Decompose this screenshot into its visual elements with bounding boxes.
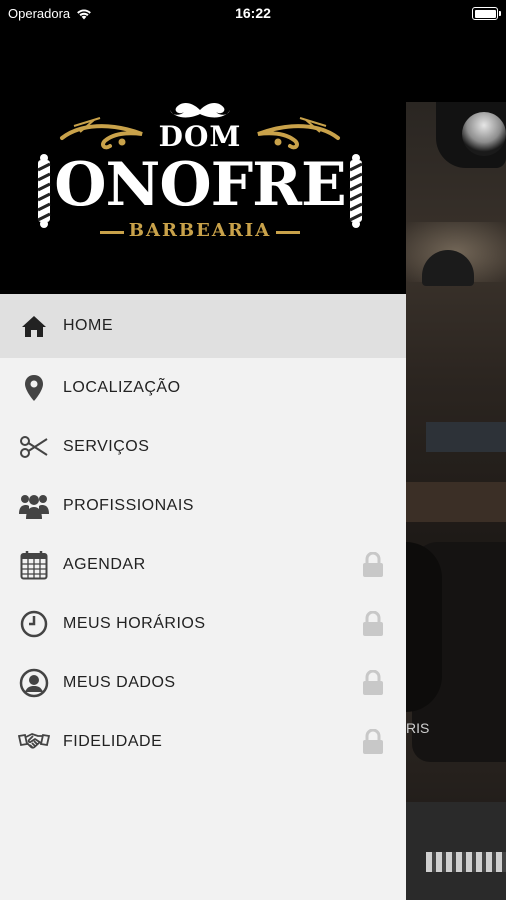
- drawer-header: DOM ONOFRE BARBEARIA: [0, 0, 406, 294]
- barbershop-photo: RIS: [406, 102, 506, 900]
- navigation-drawer: DOM ONOFRE BARBEARIA HOME LOCALIZAÇÃO SE…: [0, 0, 406, 900]
- user-icon: [18, 667, 50, 699]
- brand-logo: DOM ONOFRE BARBEARIA: [30, 98, 370, 248]
- brand-line-onofre: ONOFRE: [54, 150, 347, 220]
- status-bar: Operadora 16:22: [0, 0, 506, 28]
- menu-item-label: AGENDAR: [63, 555, 146, 573]
- drawer-menu: HOME LOCALIZAÇÃO SERVIÇOS PROFISSIONAIS: [0, 294, 406, 771]
- menu-item-profissionais[interactable]: PROFISSIONAIS: [0, 476, 406, 535]
- brand-line-barbearia: BARBEARIA: [128, 220, 272, 241]
- menu-item-agendar[interactable]: AGENDAR: [0, 535, 406, 594]
- lock-icon: [363, 728, 383, 754]
- brand-line-dom: DOM: [158, 120, 242, 153]
- menu-item-label: LOCALIZAÇÃO: [63, 378, 181, 396]
- scissors-icon: [18, 431, 50, 463]
- menu-item-meus-dados[interactable]: MEUS DADOS: [0, 653, 406, 712]
- background-app-content[interactable]: RIS: [406, 28, 506, 900]
- clock-time: 16:22: [235, 5, 271, 21]
- menu-item-home[interactable]: HOME: [0, 294, 406, 358]
- menu-item-servicos[interactable]: SERVIÇOS: [0, 417, 406, 476]
- lock-icon: [363, 610, 383, 636]
- home-icon: [18, 310, 50, 342]
- lock-icon: [363, 669, 383, 695]
- battery-icon: [472, 7, 501, 20]
- menu-item-label: MEUS HORÁRIOS: [63, 614, 206, 632]
- menu-item-label: FIDELIDADE: [63, 732, 163, 750]
- menu-item-label: HOME: [63, 317, 113, 334]
- menu-item-label: SERVIÇOS: [63, 437, 150, 455]
- menu-item-meus-horarios[interactable]: MEUS HORÁRIOS: [0, 594, 406, 653]
- calendar-icon: [18, 549, 50, 581]
- menu-item-label: PROFISSIONAIS: [63, 496, 194, 514]
- people-icon: [18, 490, 50, 522]
- clock-icon: [18, 608, 50, 640]
- handshake-icon: [18, 726, 50, 758]
- menu-item-fidelidade[interactable]: FIDELIDADE: [0, 712, 406, 771]
- lock-icon: [363, 551, 383, 577]
- location-pin-icon: [18, 372, 50, 404]
- menu-item-localizacao[interactable]: LOCALIZAÇÃO: [0, 358, 406, 417]
- menu-item-label: MEUS DADOS: [63, 673, 176, 691]
- background-partial-text: RIS: [406, 720, 430, 736]
